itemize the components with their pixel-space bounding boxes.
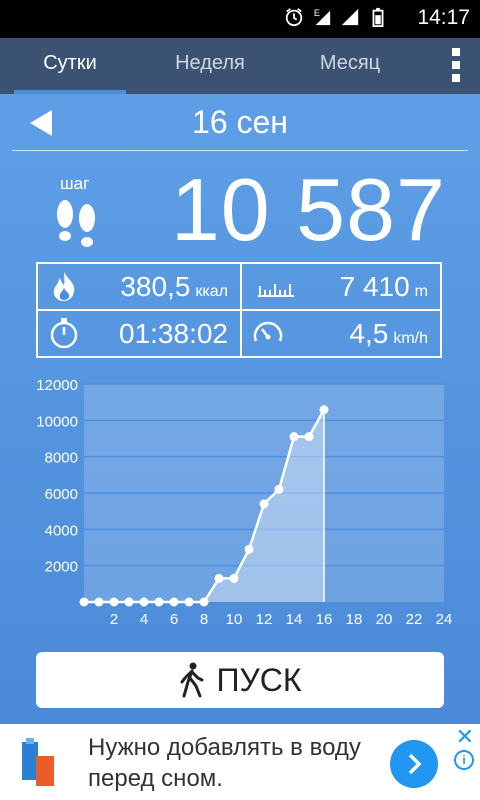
- energy-value: 380,5: [120, 271, 191, 302]
- speed-value: 4,5: [349, 318, 389, 349]
- data-point: [79, 597, 89, 607]
- date-row: 16 сен: [0, 94, 480, 152]
- current-date: 16 сен: [192, 104, 288, 140]
- ad-text: Нужно добавлять в воду перед сном.: [88, 734, 361, 792]
- main-content: 16 сен шаг 10 587 380,5 ккал 7 410 m 01:…: [0, 94, 480, 724]
- walking-person-icon: [180, 662, 204, 698]
- stopwatch-icon: [50, 318, 78, 349]
- steps-chart: 2000 4000 6000 8000 10000 12000 2 4 6 8 10 12 14 16 18…: [0, 374, 480, 634]
- start-button[interactable]: ПУСК: [36, 652, 444, 708]
- x-tick-label: 10: [226, 611, 243, 628]
- ruler-icon: [258, 284, 294, 297]
- distance-value: 7 410: [339, 271, 410, 302]
- period-tabs: Сутки Неделя Месяц: [0, 38, 480, 94]
- signal-icon: [341, 8, 359, 26]
- footprints-icon: [57, 200, 95, 247]
- step-count: 10 587: [170, 160, 446, 259]
- data-point: [244, 544, 254, 554]
- battery-icon: [372, 7, 384, 27]
- stats-grid: 380,5 ккал 7 410 m 01:38:02 4,5 km/h: [36, 262, 442, 358]
- x-tick-label: 24: [436, 611, 453, 628]
- data-point: [154, 597, 164, 607]
- start-button-label: ПУСК: [216, 661, 302, 698]
- tab-month[interactable]: Месяц: [290, 38, 410, 94]
- data-point: [94, 597, 104, 607]
- ad-open-icon[interactable]: [390, 740, 438, 788]
- data-point: [229, 573, 239, 583]
- distance-stat: 7 410 m: [242, 264, 440, 309]
- data-point: [109, 597, 119, 607]
- data-point: [184, 597, 194, 607]
- y-tick-label: 2000: [45, 559, 78, 576]
- steps-label: шаг: [60, 174, 90, 193]
- data-point: [124, 597, 134, 607]
- alarm-icon: [285, 8, 303, 27]
- steps-chart-svg: 200040006000800010000120002 4 6 8 10 12 14 16 18…: [36, 377, 453, 628]
- ad-close-icon[interactable]: ✕: [456, 724, 474, 750]
- data-point: [139, 597, 149, 607]
- speedometer-icon: [253, 321, 283, 342]
- y-tick-label: 12000: [36, 377, 78, 394]
- y-tick-label: 8000: [45, 450, 78, 467]
- y-tick-label: 10000: [36, 413, 78, 430]
- status-icons: E: [284, 6, 388, 28]
- data-point: [319, 405, 329, 415]
- clock: 14:17: [417, 6, 470, 29]
- duration-value: 01:38:02: [119, 318, 228, 349]
- x-tick-label: 6: [170, 611, 178, 628]
- data-point: [199, 597, 209, 607]
- ad-product-image: [22, 738, 54, 786]
- tab-week[interactable]: Неделя: [150, 38, 270, 94]
- x-tick-label: 18: [346, 611, 363, 628]
- x-tick-label: 14: [286, 611, 303, 628]
- y-tick-label: 4000: [45, 522, 78, 539]
- status-bar: E 14:17: [0, 0, 480, 38]
- x-tick-label: 22: [406, 611, 423, 628]
- duration-stat: 01:38:02: [38, 311, 240, 356]
- energy-stat: 380,5 ккал: [38, 264, 240, 309]
- x-tick-label: 20: [376, 611, 393, 628]
- speed-stat: 4,5 km/h: [242, 311, 440, 356]
- x-tick-label: 4: [140, 611, 148, 628]
- x-tick-label: 2: [110, 611, 118, 628]
- divider: [12, 150, 468, 151]
- signal-e-icon: E: [314, 8, 331, 26]
- data-point: [304, 432, 314, 442]
- ad-info-icon[interactable]: i: [454, 750, 474, 770]
- energy-unit: ккал: [195, 283, 228, 300]
- tab-day[interactable]: Сутки: [14, 38, 126, 94]
- data-point: [274, 484, 284, 494]
- x-tick-label: 16: [316, 611, 333, 628]
- data-point: [214, 573, 224, 583]
- y-tick-label: 6000: [45, 486, 78, 503]
- network-label: E: [314, 8, 320, 18]
- data-point: [259, 499, 269, 509]
- data-point: [169, 597, 179, 607]
- speed-unit: km/h: [393, 330, 428, 347]
- distance-unit: m: [414, 283, 428, 300]
- x-tick-label: 8: [200, 611, 208, 628]
- data-point: [289, 432, 299, 442]
- flame-icon: [53, 272, 75, 301]
- overflow-menu-icon[interactable]: [452, 48, 460, 82]
- ad-banner[interactable]: Нужно добавлять в воду перед сном. ✕ i: [0, 724, 480, 800]
- x-tick-label: 12: [256, 611, 273, 628]
